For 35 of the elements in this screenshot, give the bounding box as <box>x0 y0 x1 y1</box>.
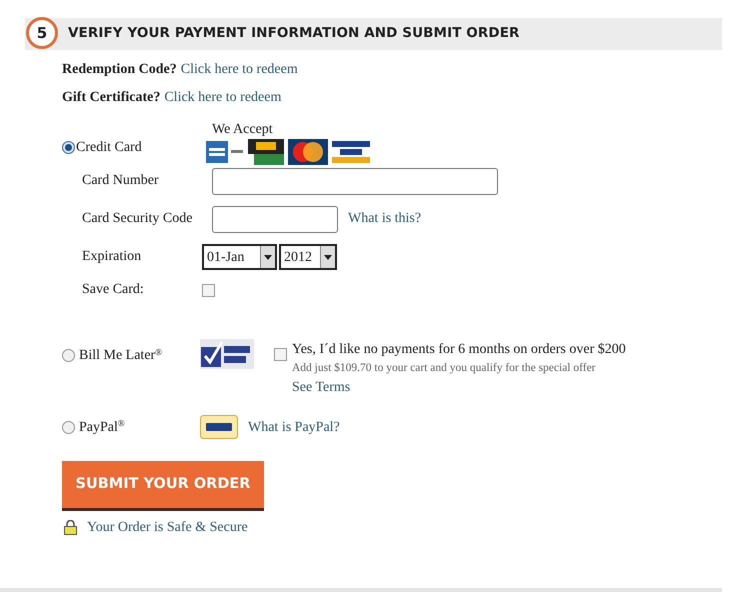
help-link[interactable]: What is this? <box>348 206 422 229</box>
field-label: Save Card: <box>82 281 145 299</box>
redeem-link[interactable]: Click here to redeem <box>164 86 282 108</box>
card-logo-icon <box>248 139 284 165</box>
card-logo-icon <box>288 139 328 165</box>
card-logo-icon <box>206 141 244 163</box>
payment-option-label: Credit Card <box>76 138 142 156</box>
security-code-field[interactable] <box>212 206 338 233</box>
redeem-link[interactable]: Click here to redeem <box>180 58 298 80</box>
payment-option-label: Bill Me Later$^{®}$ <box>79 346 162 365</box>
card-number-field[interactable] <box>212 168 498 195</box>
prompt-label: Gift Certificate? <box>62 88 160 106</box>
paypal-info-link[interactable]: What is PayPal? <box>248 416 340 438</box>
year-dropdown[interactable]: 2012 <box>279 244 337 270</box>
checkbox[interactable] <box>202 284 215 297</box>
radio-button[interactable] <box>62 140 75 154</box>
month-dropdown[interactable]: 01-Jan <box>202 244 277 270</box>
radio-button[interactable] <box>62 420 75 434</box>
prompt-label: Redemption Code? <box>62 60 177 78</box>
field-label: Card Security Code <box>82 210 194 228</box>
bill-me-later-logo-icon <box>200 339 254 369</box>
radio-button[interactable] <box>62 349 75 362</box>
section-title: VERIFY YOUR PAYMENT INFORMATION AND SUBMIT ORDER <box>68 24 520 43</box>
checkbox[interactable] <box>274 348 287 361</box>
field-label: Expiration <box>82 248 142 266</box>
paypal-logo-icon <box>200 415 238 440</box>
secure-note: Your Order is Safe & Secure <box>87 519 248 538</box>
padlock-icon <box>64 520 77 536</box>
field-label: Card Number <box>82 172 160 190</box>
offer-note: Add just $109.70 to your cart and you qualify for the special offer <box>292 361 597 376</box>
accept-label: We Accept <box>212 121 274 137</box>
terms-link[interactable]: See Terms <box>292 377 626 398</box>
card-logo-icon <box>332 141 370 163</box>
offer-text: Yes, I´d like no payments for 6 months on orders over $200 <box>292 341 626 359</box>
payment-option-label: PayPal$^{®}$ <box>79 417 125 437</box>
